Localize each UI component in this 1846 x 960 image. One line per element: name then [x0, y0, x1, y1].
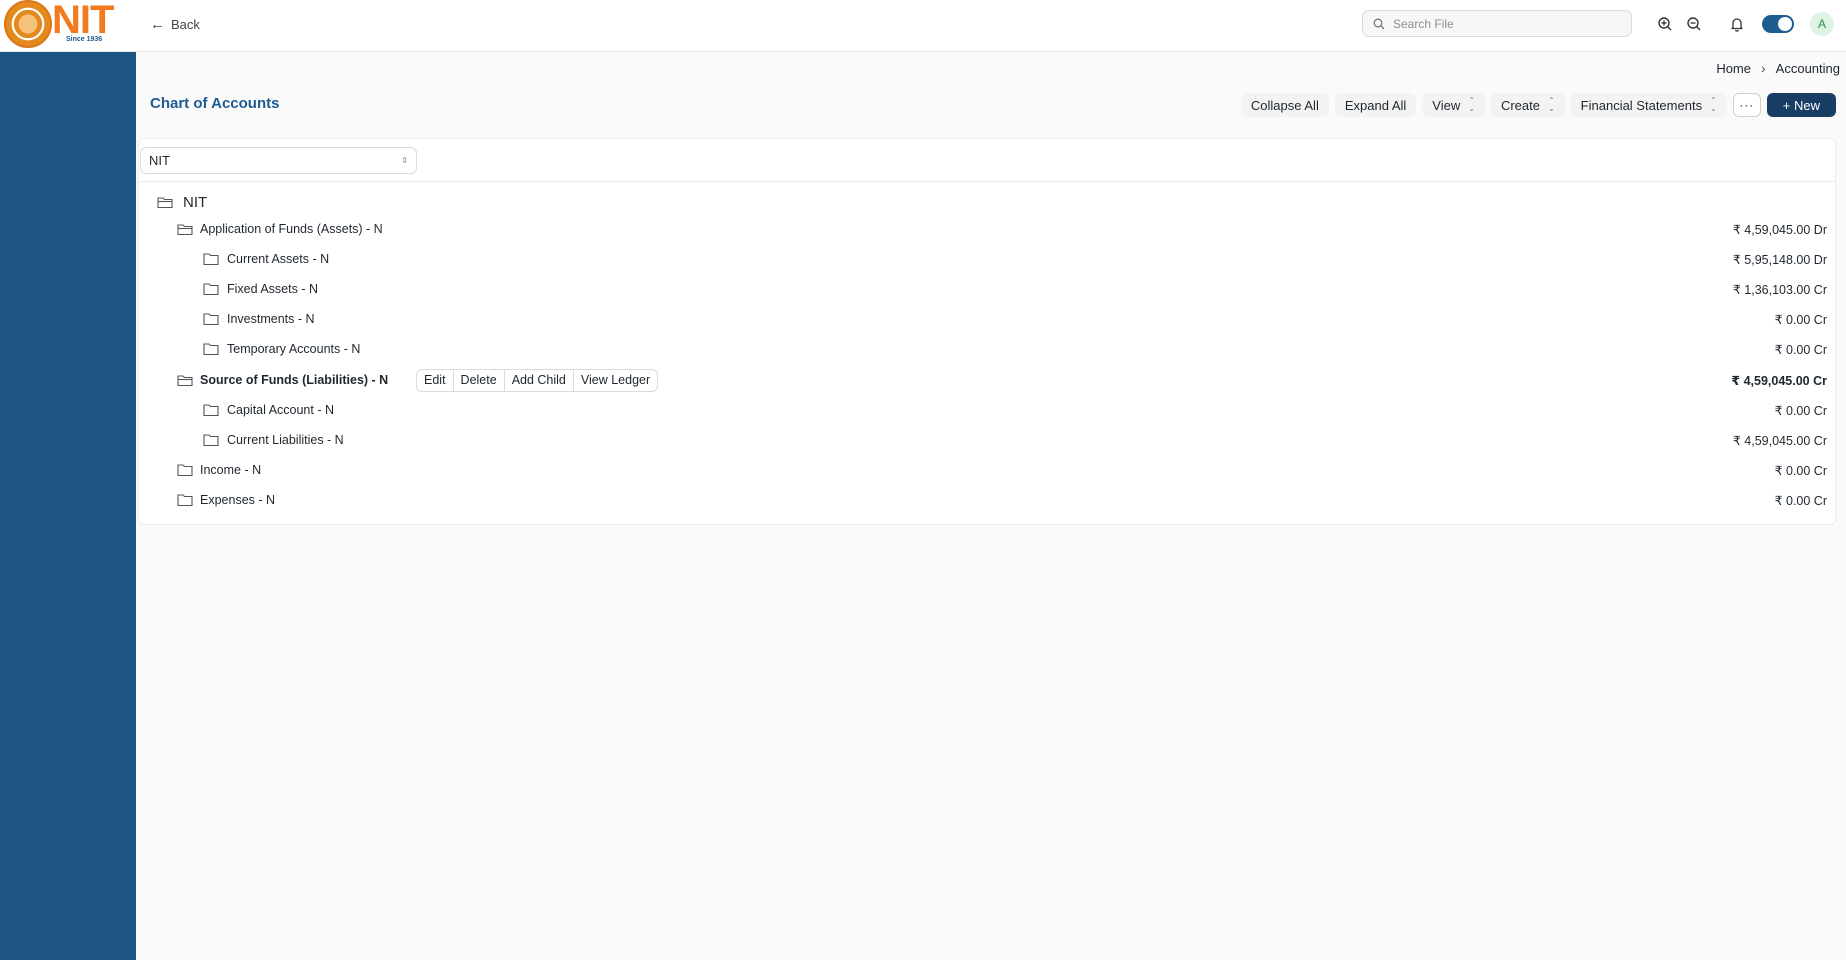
folder-icon [203, 313, 219, 326]
arrow-left-icon: ← [150, 15, 165, 33]
breadcrumb: Home › Accounting [1716, 60, 1840, 76]
logo-since: Since 1936 [66, 36, 103, 43]
tree-root-label: NIT [183, 193, 208, 211]
expand-all-button[interactable]: Expand All [1334, 93, 1417, 117]
tree-root[interactable]: NIT [139, 189, 1837, 215]
tree-row-amount: ₹ 4,59,045.00 Dr [1732, 222, 1827, 237]
zoom-in-icon[interactable] [1655, 14, 1675, 34]
breadcrumb-home[interactable]: Home [1716, 61, 1751, 76]
tree-row-amount: ₹ 0.00 Cr [1774, 463, 1827, 478]
more-button[interactable]: ··· [1732, 93, 1761, 117]
chevron-right-icon: › [1761, 60, 1766, 76]
tree-row[interactable]: Fixed Assets - N ₹ 1,36,103.00 Cr [139, 276, 1837, 302]
search-box[interactable] [1362, 10, 1632, 37]
tree-row[interactable]: Expenses - N ₹ 0.00 Cr [139, 487, 1837, 513]
avatar[interactable]: A [1810, 12, 1834, 36]
new-button[interactable]: + New [1766, 93, 1836, 117]
tree-row-label: Application of Funds (Assets) - N [200, 222, 383, 236]
folder-icon [177, 464, 193, 477]
tree-row-amount: ₹ 0.00 Cr [1774, 403, 1827, 418]
tree-row-amount: ₹ 0.00 Cr [1774, 342, 1827, 357]
tree-row[interactable]: Current Liabilities - N ₹ 4,59,045.00 Cr [139, 427, 1837, 453]
tree-row-amount: ₹ 1,36,103.00 Cr [1732, 282, 1827, 297]
view-dropdown[interactable]: View ⌃ ⌄ [1422, 93, 1485, 117]
tree-row[interactable]: Investments - N ₹ 0.00 Cr [139, 306, 1837, 332]
delete-button[interactable]: Delete [454, 369, 505, 391]
updown-chevron-icon: ⌃ ⌄ [1468, 96, 1475, 113]
updown-chevron-icon: ⌃ ⌄ [1710, 96, 1717, 113]
tree-row-label: Capital Account - N [227, 403, 334, 417]
top-bar: NIT Since 1936 ← Back A [0, 0, 1846, 52]
expand-all-label: Expand All [1344, 97, 1407, 113]
folder-icon [203, 343, 219, 356]
logo-emblem-icon [4, 0, 52, 48]
tree-row-amount: ₹ 4,59,045.00 Cr [1732, 433, 1827, 448]
tree-row-label: Temporary Accounts - N [227, 342, 361, 356]
back-label: Back [171, 16, 200, 32]
back-button[interactable]: ← Back [150, 14, 200, 34]
edit-button[interactable]: Edit [417, 369, 454, 391]
updown-chevron-icon: ⇕ [401, 156, 408, 165]
tree-row-label: Current Liabilities - N [227, 433, 344, 447]
tree-row-amount: ₹ 0.00 Cr [1774, 312, 1827, 327]
folder-icon [203, 404, 219, 417]
updown-chevron-icon: ⌃ ⌄ [1547, 96, 1555, 113]
tree-row-amount: ₹ 0.00 Cr [1774, 493, 1827, 508]
folder-open-icon [177, 375, 193, 387]
folder-icon [177, 494, 193, 507]
tree-row-label: Fixed Assets - N [227, 282, 318, 296]
page-title: Chart of Accounts [150, 95, 280, 112]
bell-icon[interactable] [1727, 14, 1747, 34]
tree-row-amount: ₹ 5,95,148.00 Dr [1732, 252, 1827, 267]
folder-open-icon [157, 197, 173, 209]
tree-row-label: Source of Funds (Liabilities) - N [200, 373, 389, 387]
tree-row[interactable]: Application of Funds (Assets) - N ₹ 4,59… [139, 216, 1837, 242]
collapse-all-button[interactable]: Collapse All [1240, 93, 1329, 117]
chart-of-accounts-panel: NIT ⇕ NIT Application of Funds (Assets) … [138, 138, 1836, 525]
financial-statements-dropdown[interactable]: Financial Statements ⌃ ⌄ [1570, 93, 1727, 117]
tree-row[interactable]: Income - N ₹ 0.00 Cr [139, 457, 1837, 483]
view-ledger-button[interactable]: View Ledger [574, 370, 657, 391]
company-logo[interactable]: NIT Since 1936 [4, 0, 120, 48]
company-select[interactable]: NIT ⇕ [140, 147, 417, 174]
folder-icon [203, 434, 219, 447]
tree-row[interactable]: Current Assets - N ₹ 5,95,148.00 Dr [139, 246, 1837, 272]
breadcrumb-accounting[interactable]: Accounting [1776, 61, 1840, 76]
financial-statements-label: Financial Statements [1580, 97, 1703, 113]
tree-row[interactable]: Capital Account - N ₹ 0.00 Cr [139, 397, 1837, 423]
row-action-group: Edit Delete Add Child View Ledger [416, 368, 659, 392]
folder-open-icon [177, 224, 193, 236]
zoom-out-icon[interactable] [1684, 14, 1704, 34]
view-label: View [1432, 97, 1461, 113]
theme-toggle[interactable] [1762, 15, 1794, 33]
tree-row-label: Investments - N [227, 312, 315, 326]
search-icon [1373, 18, 1385, 29]
toolbar-actions: Collapse All Expand All View ⌃ ⌄ Create ⌃ ⌄ … [1240, 93, 1836, 117]
add-child-button[interactable]: Add Child [505, 369, 574, 391]
search-input[interactable] [1393, 16, 1613, 31]
tree-row-amount: ₹ 4,59,045.00 Cr [1731, 373, 1827, 388]
tree-row-selected[interactable]: Source of Funds (Liabilities) - N Edit D… [139, 367, 1837, 393]
filter-row: NIT ⇕ [139, 139, 1835, 182]
tree-row-label: Current Assets - N [227, 252, 330, 266]
company-select-value: NIT [149, 153, 170, 168]
folder-icon [203, 283, 219, 296]
create-dropdown[interactable]: Create ⌃ ⌄ [1490, 93, 1565, 117]
collapse-all-label: Collapse All [1250, 97, 1319, 113]
folder-icon [203, 253, 219, 266]
sidebar [0, 52, 136, 960]
tree-row-label: Income - N [200, 463, 262, 477]
tree-row-label: Expenses - N [200, 493, 276, 507]
tree-row[interactable]: Temporary Accounts - N ₹ 0.00 Cr [139, 336, 1837, 362]
create-label: Create [1500, 97, 1540, 113]
